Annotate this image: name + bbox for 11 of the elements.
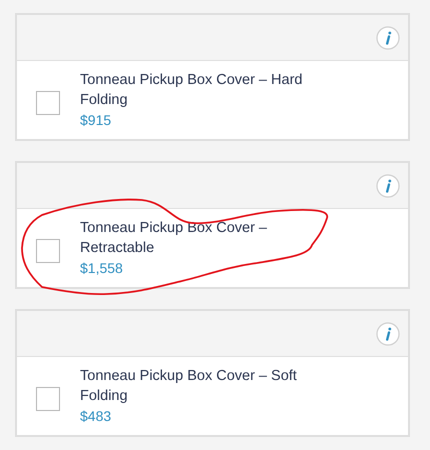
info-icon[interactable] bbox=[376, 174, 400, 198]
checkbox[interactable] bbox=[36, 91, 60, 115]
option-price: $915 bbox=[80, 111, 112, 130]
info-icon[interactable] bbox=[376, 322, 400, 346]
checkbox[interactable] bbox=[36, 387, 60, 411]
info-icon[interactable] bbox=[376, 26, 400, 50]
option-title: Tonneau Pickup Box Cover – Soft Folding bbox=[80, 367, 298, 406]
option-price: $483 bbox=[80, 407, 112, 426]
option-title: Tonneau Pickup Box Cover – Hard Folding bbox=[80, 71, 304, 110]
checkbox[interactable] bbox=[36, 239, 60, 263]
option-price: $1,558 bbox=[80, 259, 124, 278]
